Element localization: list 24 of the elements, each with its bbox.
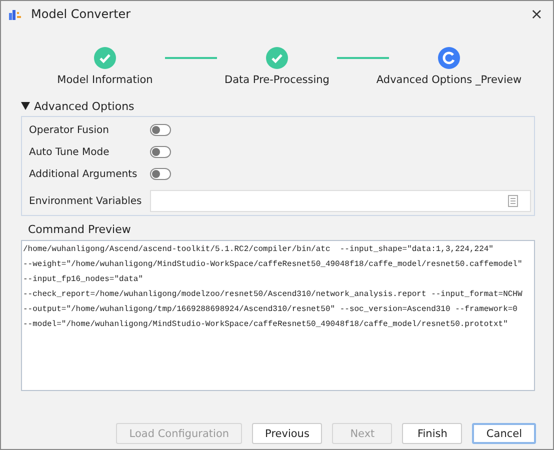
advanced-options-toggle[interactable]: Advanced Options (21, 99, 134, 113)
dialog-button[interactable]: Finish (402, 423, 462, 444)
option-label: Environment Variables (29, 196, 143, 206)
step-connector (165, 57, 217, 59)
close-button[interactable]: × (528, 5, 545, 23)
toggle-switch[interactable] (150, 146, 171, 158)
environment-variables-field[interactable] (150, 190, 531, 212)
section-title: Command Preview (28, 223, 132, 238)
option-label: Auto Tune Mode (29, 146, 110, 158)
dialog-button[interactable]: Previous (252, 423, 322, 444)
step-label: Data Pre-Processing (224, 74, 330, 86)
option-label: Additional Arguments (29, 168, 138, 180)
option-label: Operator Fusion (29, 124, 110, 136)
app-logo-icon (9, 8, 23, 20)
dialog-button[interactable]: Cancel (472, 423, 536, 444)
toggle-switch[interactable] (150, 168, 171, 180)
document-icon (508, 195, 518, 207)
step-connector (337, 57, 389, 59)
command-preview-field[interactable]: /home/wuhanligong/Ascend/ascend-toolkit/5.1.RC2/compiler/bin/atc --input_shape="data:1,3,224,224" --weight="/home/wuhanligong/MindStudio-WorkSpace/caffeResnet50_49048f18/caffe_model/resnet50.caffemodel" --input_fp16_nodes="data" --check_report=/home/wuhanligong/modelzoo/resnet50/Ascend310/network_analysis.report --input_format=NCHW --output="/home/wuhanligong/tmp/1669288698924/Ascend310/resnet50" --soc_version=Ascend310 --framework=0 --model="/home/wuhanligong/MindStudio-WorkSpace/caffeResnet50_49048f18/caffe_model/resnet50.prototxt" (21, 240, 535, 391)
step-label: Model Information (57, 74, 153, 86)
toggle-switch[interactable] (150, 124, 171, 136)
expand-triangle-icon (21, 102, 30, 110)
step-label: Advanced Options _Preview (376, 74, 522, 86)
window-title: Model Converter (31, 7, 132, 21)
